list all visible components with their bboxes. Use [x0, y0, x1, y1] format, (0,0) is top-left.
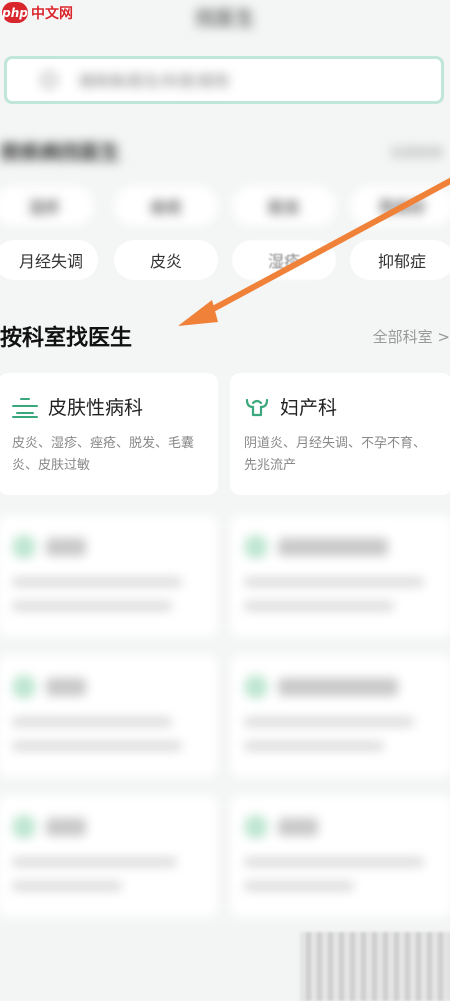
disease-pill-dermatitis[interactable]: 皮炎 — [114, 240, 218, 280]
all-diseases-link[interactable]: 全部疾病 — [390, 142, 442, 161]
watermark-text: 中文网 — [31, 5, 73, 22]
search-input[interactable]: 搜疾病/医生/科室/医院 — [79, 70, 229, 91]
department-icon — [244, 535, 268, 559]
department-card-dermatology[interactable]: 皮肤性病科 皮炎、湿疹、痤疮、脱发、毛囊炎、皮肤过敏 — [0, 373, 218, 495]
department-icon — [244, 815, 268, 839]
disease-pill-eczema[interactable]: 湿疹 — [232, 240, 336, 280]
department-icon — [12, 675, 36, 699]
watermark-badge: php — [2, 2, 28, 23]
disease-pill[interactable]: 湿疹 — [0, 186, 94, 226]
disease-pill-irregular-menstruation[interactable]: 月经失调 — [0, 240, 98, 280]
department-card[interactable] — [230, 795, 450, 917]
department-card-gynecology[interactable]: 妇产科 阴道炎、月经失调、不孕不育、先兆流产 — [230, 373, 450, 495]
disease-pill[interactable]: 脱发 — [232, 186, 336, 226]
site-watermark: php 中文网 — [2, 2, 73, 23]
department-description: 阴道炎、月经失调、不孕不育、先兆流产 — [244, 436, 427, 473]
disease-pill-depression[interactable]: 抑郁症 — [350, 240, 450, 280]
department-icon — [12, 535, 36, 559]
department-card[interactable] — [0, 655, 218, 777]
department-card[interactable] — [0, 515, 218, 637]
department-card[interactable] — [230, 655, 450, 777]
disease-pill[interactable]: 荨麻疹 — [350, 186, 450, 226]
gynecology-icon — [245, 398, 269, 416]
disease-pill[interactable]: 痤疮 — [114, 186, 218, 226]
department-section-title: 按科室找医生 — [0, 325, 133, 351]
department-name: 皮肤性病科 — [48, 397, 144, 419]
department-card[interactable] — [230, 515, 450, 637]
search-icon — [41, 72, 57, 88]
skin-icon — [12, 396, 38, 418]
disease-section-title: 按疾病找医生 — [0, 140, 120, 164]
department-card[interactable] — [0, 795, 218, 917]
department-icon — [12, 815, 36, 839]
qr-code-image — [300, 932, 450, 1001]
all-departments-link[interactable]: 全部科室 > — [373, 326, 450, 347]
search-bar[interactable]: 搜疾病/医生/科室/医院 — [4, 56, 444, 104]
department-icon — [244, 675, 268, 699]
department-name: 妇产科 — [280, 397, 338, 419]
department-description: 皮炎、湿疹、痤疮、脱发、毛囊炎、皮肤过敏 — [12, 436, 195, 473]
